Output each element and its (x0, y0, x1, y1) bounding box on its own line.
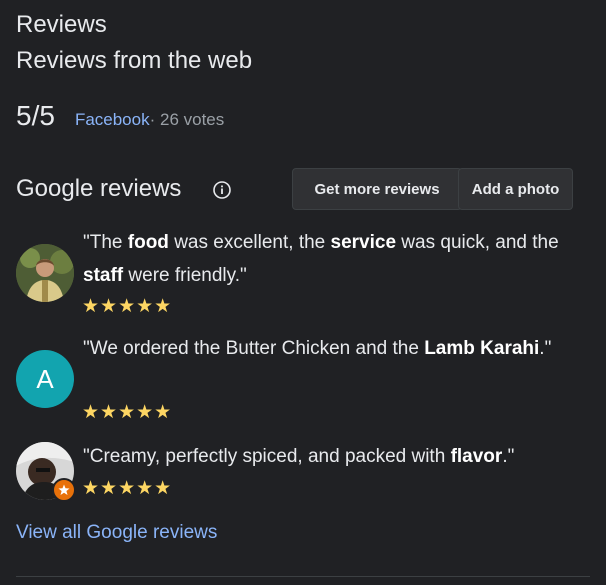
web-rating-score: 5/5 (16, 100, 55, 131)
get-more-reviews-button[interactable]: Get more reviews (292, 168, 462, 210)
view-all-reviews-link[interactable]: View all Google reviews (16, 522, 217, 544)
section-title: Reviews (16, 11, 107, 38)
vote-count: · 26 votes (149, 110, 225, 129)
star-rating: ★★★★★ (82, 296, 173, 317)
divider (16, 576, 590, 577)
avatar (16, 244, 74, 302)
google-reviews-title: Google reviews (16, 175, 182, 202)
web-rating-row: 5/5 Facebook · 26 votes (16, 100, 224, 134)
review-text: "Creamy, perfectly spiced, and packed wi… (83, 446, 515, 467)
web-reviews-title: Reviews from the web (16, 47, 253, 74)
review-text: "The food was excellent, the service was… (83, 232, 559, 286)
facebook-source-link[interactable]: Facebook (75, 110, 150, 130)
local-guide-badge-icon (52, 478, 76, 502)
add-photo-button[interactable]: Add a photo (458, 168, 573, 210)
user-photo-icon (16, 244, 74, 302)
info-icon[interactable] (212, 180, 232, 200)
star-rating: ★★★★★ (82, 478, 173, 499)
star-rating: ★★★★★ (82, 402, 173, 423)
review-text: "We ordered the Butter Chicken and the L… (83, 338, 552, 359)
avatar: A (16, 350, 74, 408)
